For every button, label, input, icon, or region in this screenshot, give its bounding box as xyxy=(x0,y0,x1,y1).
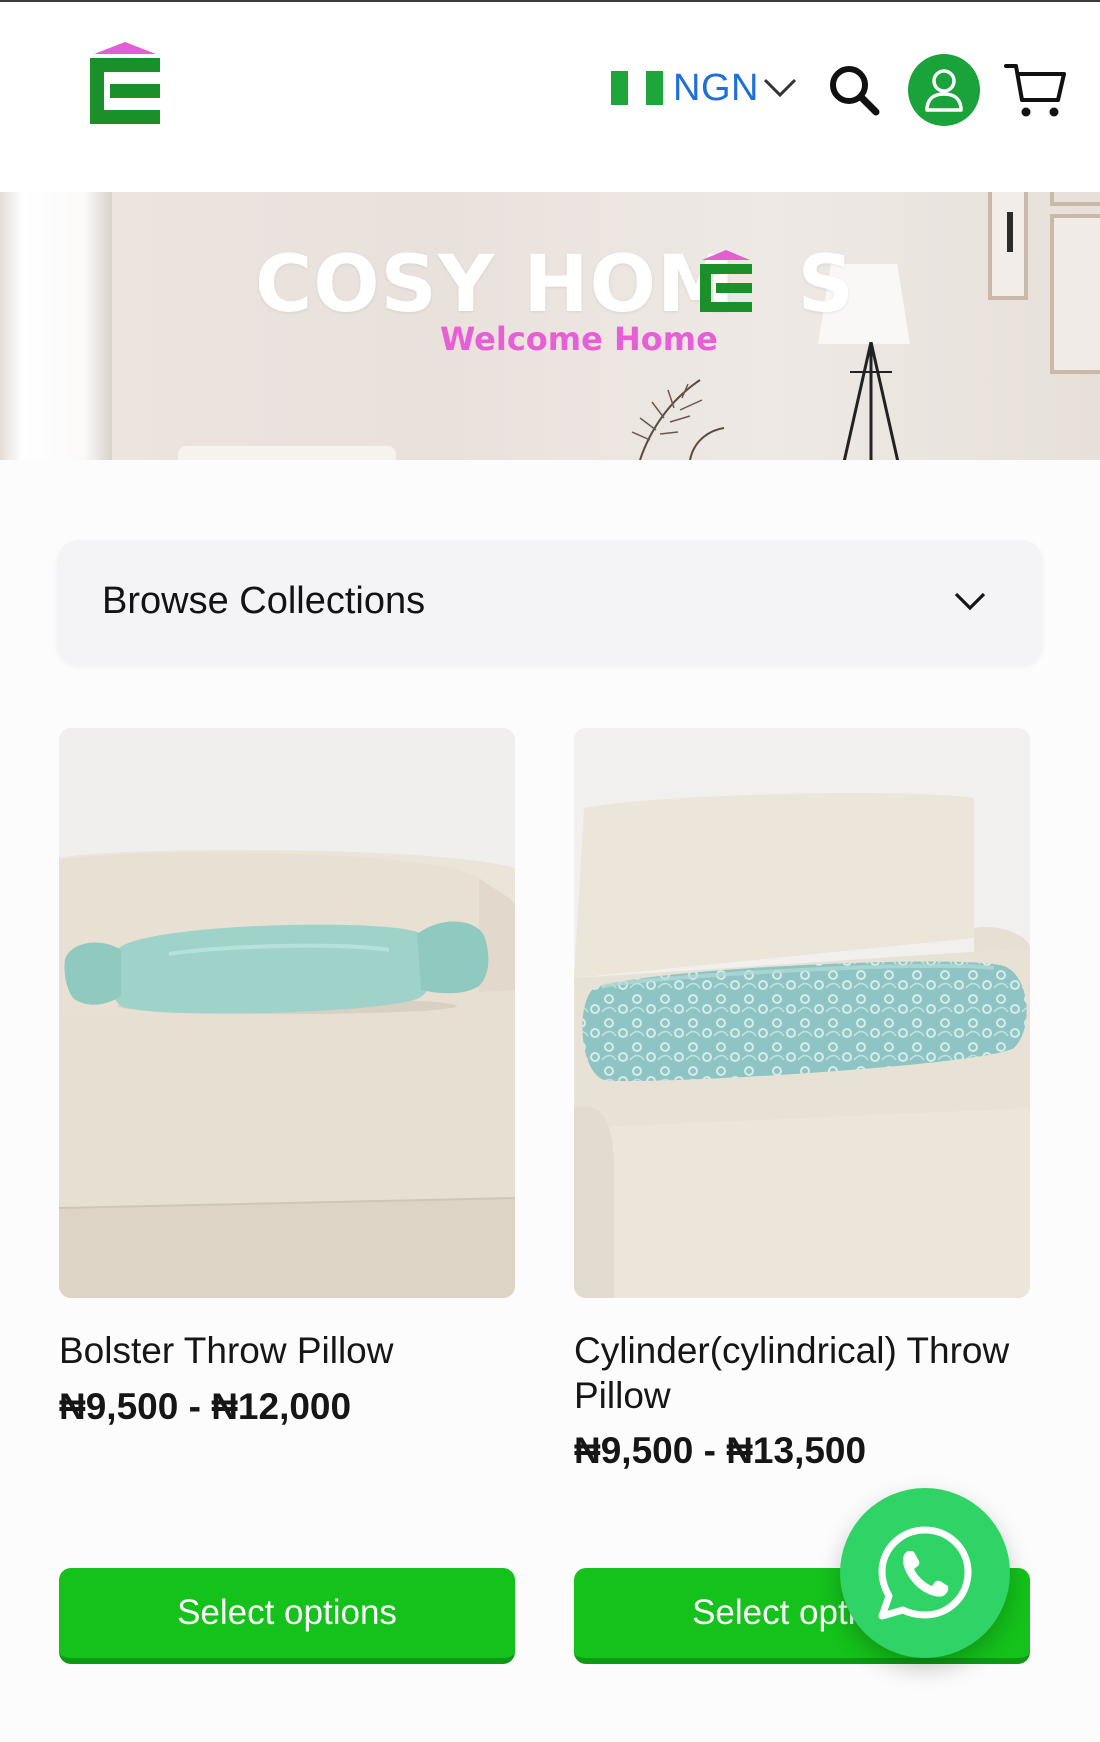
lamp-stand-image xyxy=(842,342,900,460)
product-card[interactable]: Cylinder(cylindrical) Throw Pillow ₦9,50… xyxy=(574,728,1030,1664)
search-icon xyxy=(830,66,880,116)
browse-collections-label: Browse Collections xyxy=(102,580,426,622)
nigeria-flag-icon xyxy=(611,71,663,105)
cart-icon xyxy=(1004,64,1066,117)
site-header: NGN xyxy=(0,2,1100,192)
select-options-button[interactable]: Select options xyxy=(59,1568,515,1664)
currency-code: NGN xyxy=(673,66,759,109)
hero-banner: COSY HOM S Welcome Home xyxy=(0,192,1100,460)
account-button[interactable] xyxy=(908,54,980,126)
whatsapp-icon xyxy=(878,1526,972,1620)
hero-title: COSY HOM S xyxy=(255,240,855,330)
sofa-image xyxy=(178,446,396,460)
product-price: ₦9,500 - ₦12,000 xyxy=(59,1386,352,1427)
chevron-down-icon xyxy=(763,78,797,98)
whatsapp-chat-button[interactable] xyxy=(840,1488,1010,1658)
cart-button[interactable] xyxy=(1004,58,1068,122)
search-button[interactable] xyxy=(826,62,882,118)
wall-frame xyxy=(1050,192,1100,206)
product-image[interactable] xyxy=(59,728,515,1298)
hero-logo-e-icon xyxy=(700,250,752,312)
wall-frame xyxy=(1050,214,1100,374)
product-name[interactable]: Bolster Throw Pillow xyxy=(59,1328,515,1373)
product-price: ₦9,500 - ₦13,500 xyxy=(574,1430,867,1471)
chevron-down-icon xyxy=(954,592,986,611)
browse-collections-dropdown[interactable]: Browse Collections xyxy=(57,540,1043,665)
user-icon xyxy=(925,69,963,112)
product-card[interactable]: Bolster Throw Pillow ₦9,500 - ₦12,000 Se… xyxy=(59,728,515,1664)
product-name[interactable]: Cylinder(cylindrical) Throw Pillow xyxy=(574,1328,1030,1418)
wall-frame xyxy=(988,192,1028,300)
hero-window-image xyxy=(0,192,112,460)
product-image[interactable] xyxy=(574,728,1030,1298)
logo-icon[interactable] xyxy=(88,42,162,126)
hero-subtitle: Welcome Home xyxy=(440,320,718,358)
currency-selector[interactable]: NGN xyxy=(611,64,797,112)
plant-image xyxy=(631,379,725,460)
